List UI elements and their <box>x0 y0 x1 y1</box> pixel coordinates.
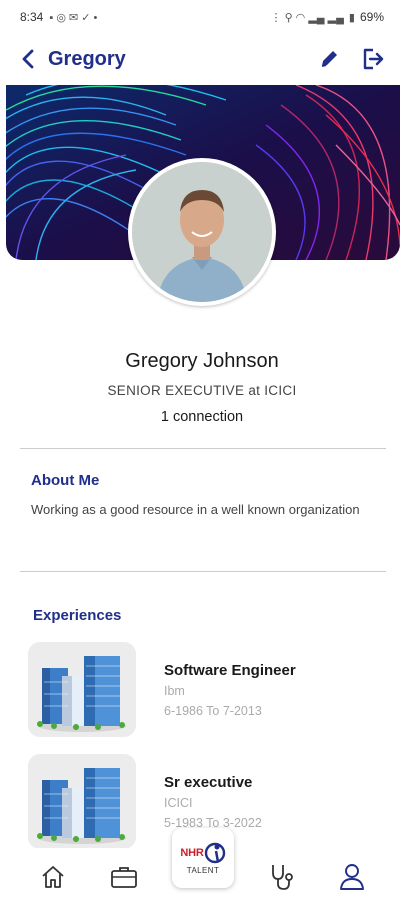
home-icon[interactable] <box>36 860 70 894</box>
battery-icon: ▮ <box>348 11 355 24</box>
experience-item[interactable]: Software Engineer Ibm 6-1986 To 7-2013 <box>28 642 388 742</box>
pencil-icon[interactable] <box>316 46 342 72</box>
user-icon[interactable] <box>335 860 369 894</box>
experiences-title: Experiences <box>33 607 122 624</box>
experience-role: Sr executive <box>164 774 253 791</box>
connections-count[interactable]: 1 connection <box>0 409 404 425</box>
status-right: ⋮ ⚲ ◠ ▂▄ ▂▄ ▮ 69% <box>271 10 384 24</box>
status-left: 8:34 ▪ ◎ ✉ ✓ • <box>20 10 97 24</box>
header-left: Gregory <box>16 44 126 74</box>
chevron-left-icon[interactable] <box>16 44 40 74</box>
divider <box>20 448 386 449</box>
logo-text: NHR <box>180 846 204 859</box>
battery-percent: 69% <box>359 10 384 24</box>
page-title: Gregory <box>48 47 126 70</box>
signal-icons: ⋮ ⚲ ◠ ▂▄ ▂▄ <box>270 11 344 24</box>
nhrd-talent-logo[interactable]: NHR TALENT <box>172 828 234 888</box>
building-icon <box>28 754 136 849</box>
divider <box>20 571 386 572</box>
avatar-photo <box>132 162 272 302</box>
logo-figure-icon <box>204 842 225 863</box>
profile-headline: SENIOR EXECUTIVE at ICICI <box>107 383 297 398</box>
experience-company: ICICI <box>164 796 193 810</box>
briefcase-icon[interactable] <box>107 860 141 894</box>
logo-mark: NHR <box>180 842 225 864</box>
experience-dates: 6-1986 To 7-2013 <box>164 704 262 718</box>
header-actions <box>316 46 386 72</box>
experience-company: Ibm <box>164 684 185 698</box>
stethoscope-icon[interactable] <box>264 860 298 894</box>
notification-icons: ▪ ◎ ✉ ✓ • <box>49 11 98 24</box>
status-time: 8:34 <box>20 10 44 24</box>
experience-role: Software Engineer <box>164 662 296 679</box>
status-bar: 8:34 ▪ ◎ ✉ ✓ • ⋮ ⚲ ◠ ▂▄ ▂▄ ▮ 69% <box>0 0 404 34</box>
about-title: About Me <box>31 472 100 489</box>
avatar[interactable] <box>128 158 276 306</box>
logo-label: TALENT <box>186 865 220 875</box>
building-icon <box>28 642 136 737</box>
app-header: Gregory <box>0 38 404 80</box>
about-text: Working as a good resource in a well kno… <box>31 502 360 517</box>
profile-name: Gregory Johnson <box>125 350 279 372</box>
logout-icon[interactable] <box>360 46 386 72</box>
